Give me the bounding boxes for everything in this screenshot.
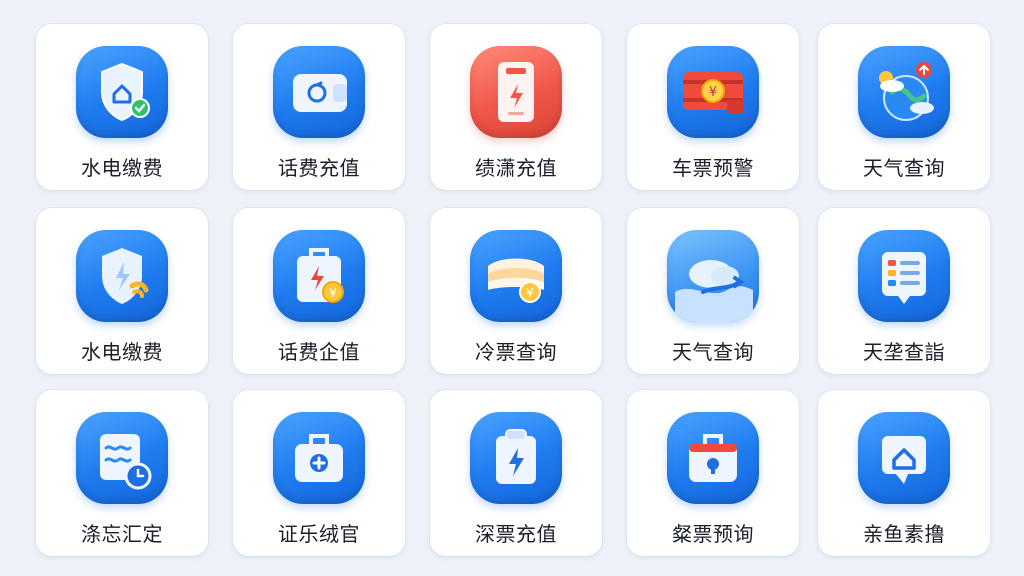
tile-phone-bill[interactable]: ¥ 话费企值 — [233, 208, 405, 374]
tile-recharge-red[interactable]: 绩潇充值 — [430, 24, 602, 190]
tile-ticket-booking[interactable]: 粲票预询 — [627, 390, 799, 556]
tile-label: 水电缴费 — [81, 156, 163, 180]
tile-utility-payment-2[interactable]: 水电缴费 — [36, 208, 208, 374]
phone-bolt-icon — [470, 46, 562, 138]
tile-label: 绩潇充值 — [475, 156, 557, 180]
wallet-refresh-icon — [273, 46, 365, 138]
ticket-stack-yuan-icon: ¥ — [470, 230, 562, 322]
tile-weather-query-2[interactable]: 天气查询 — [627, 208, 799, 374]
tile-weather-query[interactable]: 天气查询 — [818, 24, 990, 190]
chat-home-icon — [858, 412, 950, 504]
clipboard-bolt-icon — [470, 412, 562, 504]
shield-home-check-icon — [76, 46, 168, 138]
bag-lock-icon — [667, 412, 759, 504]
list-card-icon — [858, 230, 950, 322]
tile-ticket-alert[interactable]: ¥ 车票预警 — [627, 24, 799, 190]
tile-recharge-clipboard[interactable]: 深票充值 — [430, 390, 602, 556]
medical-kit-icon — [273, 412, 365, 504]
tile-label: 话费企值 — [278, 340, 360, 364]
tile-label: 天气查询 — [672, 340, 754, 364]
tile-utility-payment[interactable]: 水电缴费 — [36, 24, 208, 190]
ticket-yuan-icon: ¥ — [667, 46, 759, 138]
tile-label: 亲鱼素撸 — [863, 522, 945, 546]
tile-label: 证乐绒官 — [278, 522, 360, 546]
tile-summary[interactable]: 涤忘汇定 — [36, 390, 208, 556]
note-clock-icon — [76, 412, 168, 504]
bag-bolt-yuan-icon: ¥ — [273, 230, 365, 322]
tile-label: 深票充值 — [475, 522, 557, 546]
tile-label: 冷票查询 — [475, 340, 557, 364]
tile-label: 水电缴费 — [81, 340, 163, 364]
tile-medical[interactable]: 证乐绒官 — [233, 390, 405, 556]
tile-label: 天气查询 — [863, 156, 945, 180]
weather-globe-icon — [858, 46, 950, 138]
tile-ticket-query[interactable]: ¥ 冷票查询 — [430, 208, 602, 374]
tile-info-query[interactable]: 天垄查詣 — [818, 208, 990, 374]
shield-bolt-icon — [76, 230, 168, 322]
tile-label: 天垄查詣 — [863, 340, 945, 364]
svg-text:¥: ¥ — [526, 286, 534, 300]
tile-phone-recharge[interactable]: 话费充值 — [233, 24, 405, 190]
svg-text:¥: ¥ — [329, 286, 337, 300]
tile-home-chat[interactable]: 亲鱼素撸 — [818, 390, 990, 556]
tile-label: 车票预警 — [672, 156, 754, 180]
tile-label: 粲票预询 — [672, 522, 754, 546]
tile-label: 涤忘汇定 — [81, 522, 163, 546]
service-grid: 水电缴费 话费充值 绩潇充值 ¥ 车票预警 天气查询 水电缴费 ¥ 话费企值 ¥… — [0, 0, 1024, 576]
svg-text:¥: ¥ — [709, 85, 717, 100]
cloud-wave-icon — [667, 230, 759, 322]
tile-label: 话费充值 — [278, 156, 360, 180]
